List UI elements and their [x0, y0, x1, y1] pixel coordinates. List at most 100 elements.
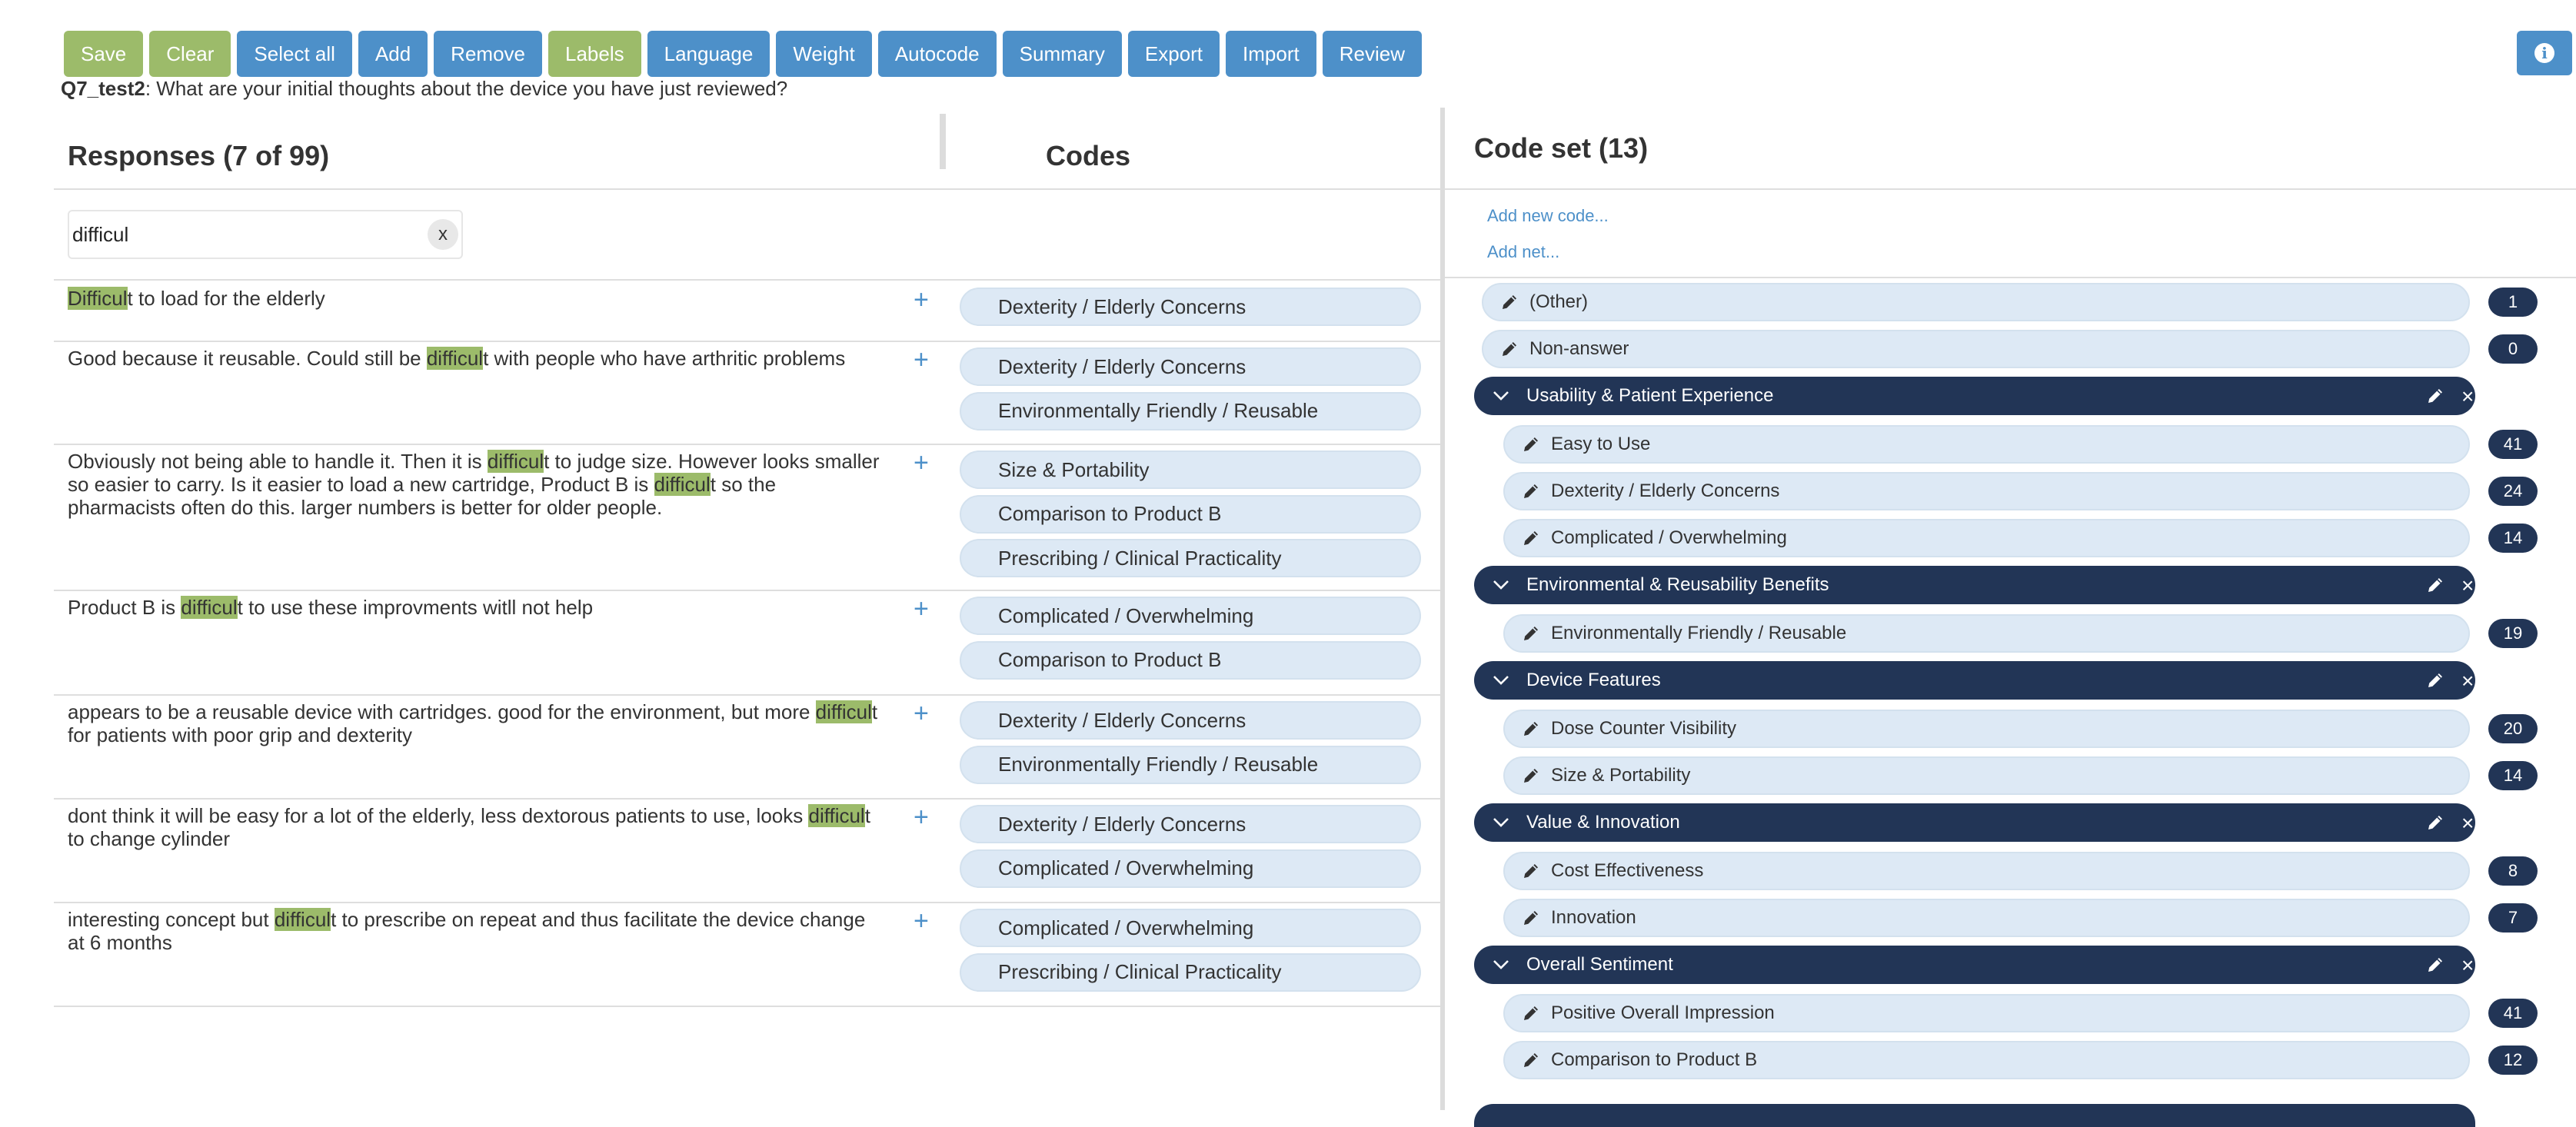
code-item-label: Comparison to Product B	[1551, 1049, 1758, 1070]
code-item[interactable]: Comparison to Product B	[1503, 1041, 2470, 1079]
add-code-button[interactable]: +	[914, 347, 929, 373]
add-new-code-link[interactable]: Add new code...	[1487, 206, 1609, 226]
response-row[interactable]: appears to be a reusable device with car…	[54, 694, 1442, 800]
code-group[interactable]: Device Features ×	[1474, 661, 2475, 700]
assigned-code-chip[interactable]: Environmentally Friendly / Reusable	[960, 745, 1421, 784]
code-group[interactable]: Value & Innovation ×	[1474, 803, 2475, 842]
add-code-button[interactable]: +	[914, 908, 929, 934]
add-code-button[interactable]: +	[914, 450, 929, 476]
delete-group-icon[interactable]: ×	[2461, 386, 2474, 407]
code-item[interactable]: Dexterity / Elderly Concerns	[1503, 472, 2470, 510]
code-item-label: Innovation	[1551, 907, 1636, 928]
code-count-badge: 0	[2488, 334, 2538, 364]
remove-button[interactable]: Remove	[434, 31, 542, 77]
assigned-code-chip[interactable]: Comparison to Product B	[960, 640, 1421, 680]
summary-button[interactable]: Summary	[1002, 31, 1122, 77]
code-item[interactable]: Size & Portability	[1503, 756, 2470, 795]
assigned-code-chip[interactable]: Complicated / Overwhelming	[960, 909, 1421, 947]
assigned-code-chip[interactable]: Size & Portability	[960, 450, 1421, 489]
edit-group-icon[interactable]	[2426, 956, 2445, 979]
assigned-code-chip[interactable]: Prescribing / Clinical Practicality	[960, 952, 1421, 992]
add-button[interactable]: Add	[358, 31, 428, 77]
chevron-down-icon[interactable]	[1493, 391, 1509, 401]
assigned-code-chip[interactable]: Prescribing / Clinical Practicality	[960, 539, 1421, 577]
edit-code-icon[interactable]	[1522, 862, 1540, 880]
edit-group-icon[interactable]	[2426, 671, 2445, 695]
edit-group-icon[interactable]	[2426, 576, 2445, 600]
response-row[interactable]: Difficult to load for the elderly + Dexter…	[54, 281, 1442, 342]
edit-code-icon[interactable]	[1522, 435, 1540, 454]
text-segment: t to judge size. However looks smaller	[544, 450, 880, 473]
add-code-button[interactable]: +	[914, 287, 929, 313]
assigned-code-chip[interactable]: Comparison to Product B	[960, 494, 1421, 534]
assigned-code-chip[interactable]: Dexterity / Elderly Concerns	[960, 805, 1421, 843]
chevron-down-icon[interactable]	[1493, 675, 1509, 686]
edit-code-icon[interactable]	[1500, 293, 1519, 311]
assigned-code-chip[interactable]: Dexterity / Elderly Concerns	[960, 288, 1421, 326]
code-item[interactable]: Innovation	[1503, 899, 2470, 937]
add-net-link[interactable]: Add net...	[1487, 242, 1559, 262]
delete-group-icon[interactable]: ×	[2461, 670, 2474, 692]
code-group[interactable]: Environmental & Reusability Benefits ×	[1474, 566, 2475, 604]
edit-group-icon[interactable]	[2426, 813, 2445, 837]
review-button[interactable]: Review	[1322, 31, 1422, 77]
add-code-button[interactable]: +	[914, 700, 929, 726]
labels-button[interactable]: Labels	[548, 31, 641, 77]
autocode-button[interactable]: Autocode	[877, 31, 997, 77]
edit-code-icon[interactable]	[1522, 720, 1540, 738]
search-highlight: difficul	[808, 804, 865, 827]
clear-button[interactable]: Clear	[149, 31, 231, 77]
codeset-title: Code set (13)	[1474, 132, 1649, 164]
assigned-code-chip[interactable]: Environmentally Friendly / Reusable	[960, 391, 1421, 431]
assigned-code-chip[interactable]: Dexterity / Elderly Concerns	[960, 701, 1421, 740]
assigned-code-chip[interactable]: Complicated / Overwhelming	[960, 849, 1421, 888]
save-button[interactable]: Save	[64, 31, 144, 77]
code-group[interactable]: Usability & Patient Experience ×	[1474, 377, 2475, 415]
chevron-down-icon[interactable]	[1493, 959, 1509, 970]
code-item[interactable]: Environmentally Friendly / Reusable	[1503, 614, 2470, 653]
edit-group-icon[interactable]	[2426, 387, 2445, 411]
code-item[interactable]: Cost Effectiveness	[1503, 852, 2470, 890]
edit-code-icon[interactable]	[1522, 624, 1540, 643]
code-group[interactable]: Overall Sentiment ×	[1474, 946, 2475, 984]
code-item[interactable]: Dose Counter Visibility	[1503, 710, 2470, 748]
add-code-button[interactable]: +	[914, 804, 929, 830]
edit-code-icon[interactable]	[1522, 1004, 1540, 1022]
code-item[interactable]: Non-answer	[1482, 330, 2470, 368]
clear-search-button[interactable]: x	[428, 219, 458, 250]
edit-code-icon[interactable]	[1522, 482, 1540, 500]
assigned-code-chip[interactable]: Dexterity / Elderly Concerns	[960, 347, 1421, 386]
search-input[interactable]	[71, 221, 397, 248]
select-all-button[interactable]: Select all	[237, 31, 352, 77]
response-row[interactable]: Obviously not being able to handle it. T…	[54, 444, 1442, 591]
code-group-label: Device Features	[1526, 670, 1661, 690]
response-text: Obviously not being able to handle it. T…	[68, 450, 898, 519]
assigned-code-chip[interactable]: Complicated / Overwhelming	[960, 597, 1421, 635]
delete-group-icon[interactable]: ×	[2461, 955, 2474, 976]
edit-code-icon[interactable]	[1500, 340, 1519, 358]
language-button[interactable]: Language	[647, 31, 770, 77]
code-item[interactable]: Easy to Use	[1503, 425, 2470, 464]
weight-button[interactable]: Weight	[776, 31, 872, 77]
info-button[interactable]: i	[2517, 31, 2572, 75]
delete-group-icon[interactable]: ×	[2461, 575, 2474, 597]
edit-code-icon[interactable]	[1522, 1051, 1540, 1069]
code-item[interactable]: (Other)	[1482, 283, 2470, 321]
code-item[interactable]: Positive Overall Impression	[1503, 994, 2470, 1032]
add-code-button[interactable]: +	[914, 596, 929, 622]
edit-code-icon[interactable]	[1522, 766, 1540, 785]
chevron-down-icon[interactable]	[1493, 817, 1509, 828]
column-resize-handle[interactable]	[940, 114, 946, 169]
response-row[interactable]: Product B is difficult to use these impr…	[54, 590, 1442, 696]
response-row[interactable]: Good because it reusable. Could still be…	[54, 341, 1442, 445]
response-row[interactable]: interesting concept but difficult to pre…	[54, 902, 1442, 1007]
delete-group-icon[interactable]: ×	[2461, 813, 2474, 834]
code-count-badge: 41	[2488, 430, 2538, 459]
chevron-down-icon[interactable]	[1493, 580, 1509, 590]
edit-code-icon[interactable]	[1522, 529, 1540, 547]
export-button[interactable]: Export	[1127, 31, 1220, 77]
code-item[interactable]: Complicated / Overwhelming	[1503, 519, 2470, 557]
response-row[interactable]: dont think it will be easy for a lot of …	[54, 798, 1442, 903]
edit-code-icon[interactable]	[1522, 909, 1540, 927]
import-button[interactable]: Import	[1226, 31, 1316, 77]
